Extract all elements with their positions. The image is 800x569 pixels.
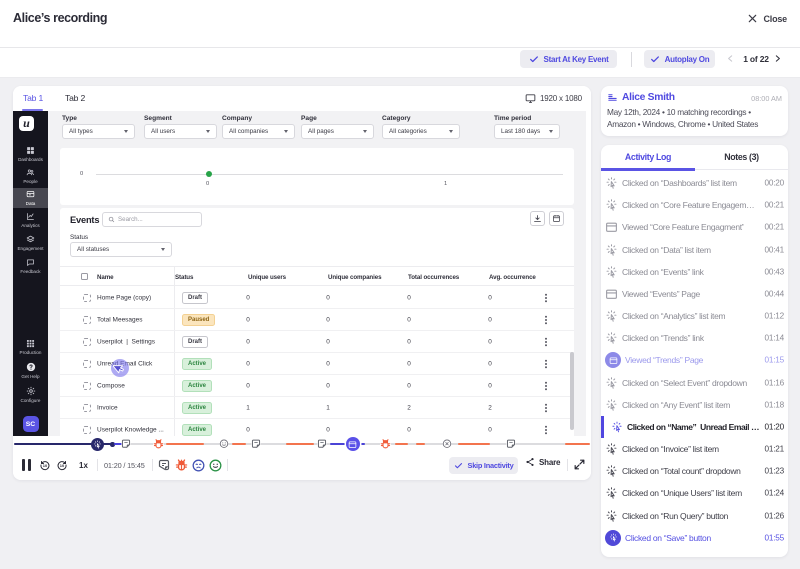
svg-text:10: 10: [43, 463, 48, 468]
svg-text:10: 10: [60, 463, 65, 468]
